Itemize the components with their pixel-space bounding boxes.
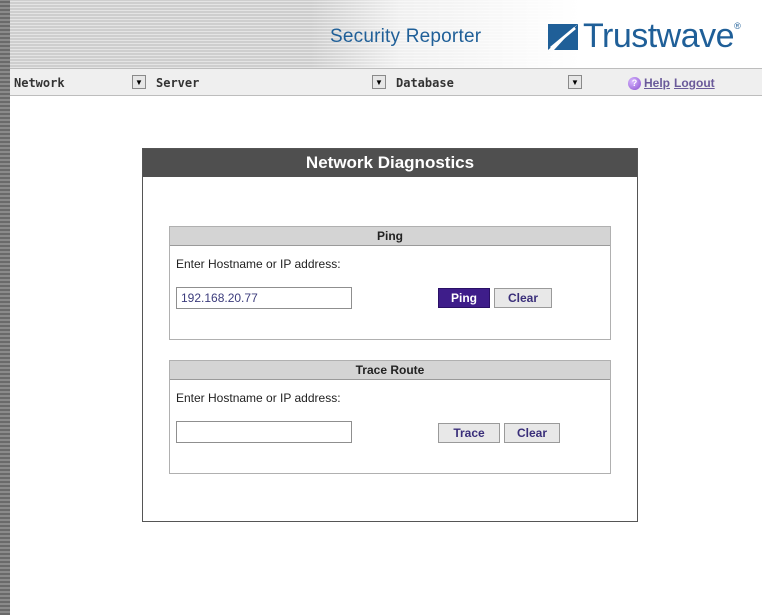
trace-clear-button[interactable]: Clear [504, 423, 560, 443]
app-title: Security Reporter [330, 26, 482, 47]
brand-registered-mark: ® [734, 21, 741, 31]
trustwave-logo-icon [548, 24, 578, 50]
chevron-down-icon[interactable]: ▼ [372, 75, 386, 89]
trace-hostname-label: Enter Hostname or IP address: [176, 391, 341, 405]
ping-clear-button[interactable]: Clear [494, 288, 552, 308]
logout-link[interactable]: Logout [674, 76, 715, 90]
ping-hostname-input[interactable] [176, 287, 352, 309]
chevron-down-icon[interactable]: ▼ [132, 75, 146, 89]
chevron-down-icon[interactable]: ▼ [568, 75, 582, 89]
panel-title: Network Diagnostics [143, 149, 637, 177]
trace-route-section-title: Trace Route [170, 361, 610, 380]
app-header: Security Reporter Trustwave ® [10, 0, 762, 68]
server-menu-select[interactable]: Server ▼ [156, 75, 388, 91]
help-link[interactable]: Help [644, 76, 670, 90]
help-logout-area: ? Help Logout [628, 76, 719, 90]
ping-hostname-label: Enter Hostname or IP address: [176, 257, 341, 271]
database-menu-label: Database [396, 76, 454, 90]
network-menu-select[interactable]: Network ▼ [14, 75, 148, 91]
ping-section-title: Ping [170, 227, 610, 246]
brand-name: Trustwave [583, 17, 735, 55]
ping-button[interactable]: Ping [438, 288, 490, 308]
trace-button[interactable]: Trace [438, 423, 500, 443]
window-left-border [0, 0, 10, 615]
database-menu-select[interactable]: Database ▼ [396, 75, 584, 91]
menu-bar: Network ▼ Server ▼ Database ▼ ? Help Log… [10, 68, 762, 96]
server-menu-label: Server [156, 76, 200, 90]
network-menu-label: Network [14, 76, 65, 90]
trace-route-section: Trace Route Enter Hostname or IP address… [169, 360, 611, 474]
network-diagnostics-panel: Network Diagnostics Ping Enter Hostname … [142, 148, 638, 522]
brand: Trustwave ® [548, 18, 741, 54]
help-icon[interactable]: ? [628, 76, 641, 90]
trace-hostname-input[interactable] [176, 421, 352, 443]
ping-section: Ping Enter Hostname or IP address: Ping … [169, 226, 611, 340]
